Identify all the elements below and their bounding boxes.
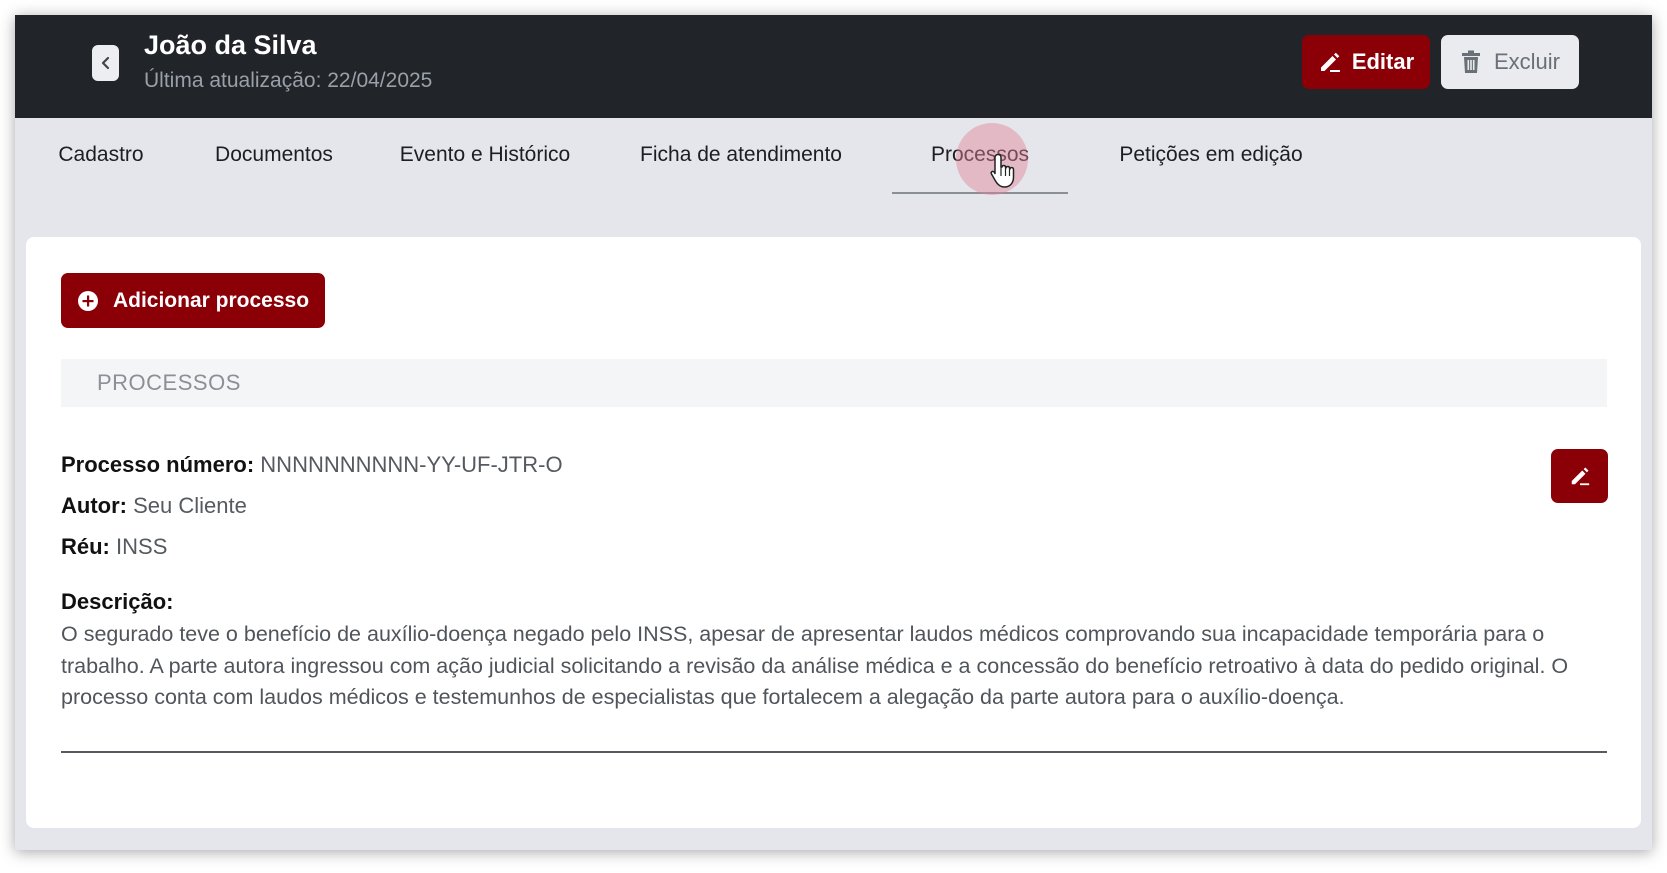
edit-button[interactable]: Editar [1302, 35, 1430, 89]
last-updated-text: Última atualização: 22/04/2025 [144, 69, 433, 92]
tab-cadastro[interactable]: Cadastro [44, 118, 158, 192]
process-divider [61, 751, 1607, 753]
description-text: O segurado teve o benefício de auxílio-d… [61, 622, 1569, 709]
page-title: João da Silva [144, 30, 317, 60]
content-card: Adicionar processo PROCESSOS Processo nú… [26, 237, 1641, 828]
app-window: João da Silva Última atualização: 22/04/… [15, 15, 1652, 850]
author-field: Autor: Seu Cliente [61, 493, 247, 519]
author-label: Autor: [61, 493, 127, 518]
add-process-button[interactable]: Adicionar processo [61, 273, 325, 328]
edit-process-button[interactable] [1551, 449, 1608, 503]
tab-bar: Cadastro Documentos Evento e Histórico F… [15, 118, 1652, 208]
process-number-label: Processo número: [61, 452, 255, 477]
process-number-field: Processo número: NNNNNNNNNN-YY-UF-JTR-O [61, 452, 563, 478]
tab-documentos[interactable]: Documentos [197, 118, 351, 192]
delete-button-label: Excluir [1493, 49, 1560, 74]
chevron-left-icon [101, 56, 109, 70]
tab-evento-historico[interactable]: Evento e Histórico [383, 118, 587, 192]
defendant-field: Réu: INSS [61, 534, 167, 560]
trash-icon [1461, 50, 1480, 73]
edit-button-label: Editar [1351, 49, 1415, 74]
section-title: PROCESSOS [97, 370, 241, 395]
author-value: Seu Cliente [133, 493, 247, 518]
pencil-icon [1320, 52, 1340, 72]
plus-circle-icon [77, 290, 98, 311]
process-number-value: NNNNNNNNNN-YY-UF-JTR-O [260, 452, 563, 477]
page-header: João da Silva Última atualização: 22/04/… [15, 15, 1652, 118]
defendant-label: Réu: [61, 534, 110, 559]
hand-cursor-icon [990, 153, 1015, 188]
description-label: Descrição: [61, 589, 174, 614]
delete-button[interactable]: Excluir [1441, 35, 1579, 89]
add-process-label: Adicionar processo [112, 288, 310, 312]
pencil-icon [1571, 467, 1589, 486]
processes-section-header: PROCESSOS [61, 359, 1607, 407]
tab-peticoes-edicao[interactable]: Petições em edição [1101, 118, 1321, 192]
tab-ficha-atendimento[interactable]: Ficha de atendimento [623, 118, 859, 192]
defendant-value: INSS [116, 534, 168, 559]
back-button[interactable] [92, 45, 119, 81]
